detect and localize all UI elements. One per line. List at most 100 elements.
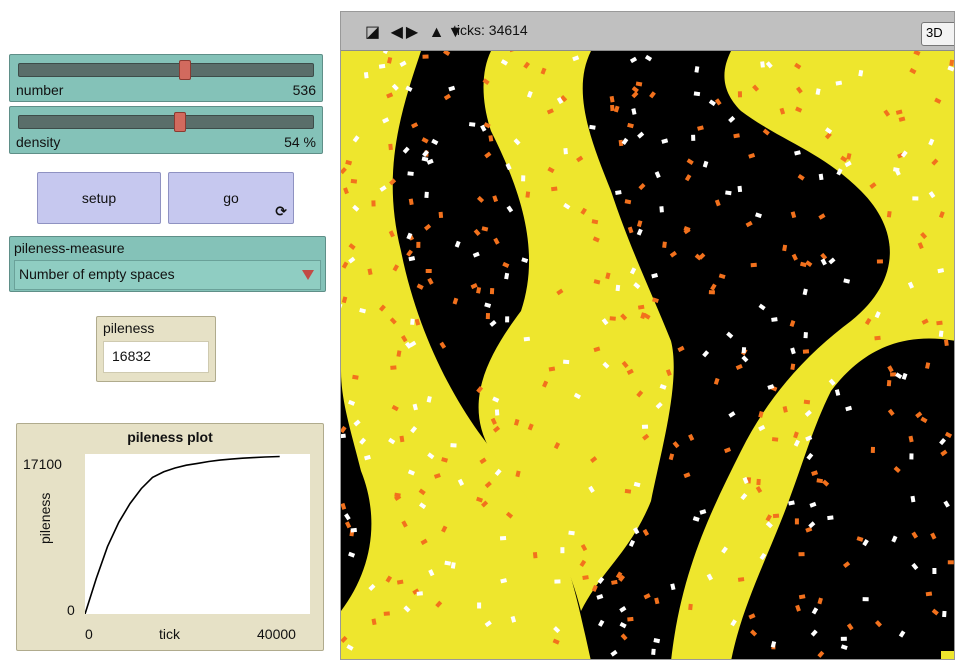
density-slider-label: density [16,134,61,150]
plot-title: pileness plot [127,429,213,445]
3d-view-button[interactable]: 3D [921,22,954,46]
termite-orange [551,186,558,192]
termite-white [410,318,415,325]
termite-orange [489,287,495,295]
termite-white [350,527,357,533]
termite-orange [750,262,757,268]
termite-white [523,336,531,342]
termite-orange [388,143,393,151]
termite-orange [485,312,491,320]
ticks-counter: ticks: 34614 [453,22,528,38]
termite-white [827,515,834,521]
termite-orange [771,437,779,442]
termite-orange [609,316,616,321]
termite-orange [756,478,761,486]
termite-white [468,122,476,127]
termite-white [563,359,570,365]
termite-white [862,597,869,602]
number-slider[interactable]: number 536 [9,54,323,102]
density-slider-thumb[interactable] [173,112,186,132]
termite-white [737,185,743,193]
density-slider-track[interactable] [18,115,314,129]
plot-y-max-label: 17100 [23,456,62,472]
termite-white [563,148,568,155]
termite-orange [688,603,693,611]
termite-white [651,648,656,656]
termite-orange [947,560,954,565]
termite-white [741,347,747,354]
termite-white [803,332,808,339]
termite-orange [803,399,811,405]
termite-white [363,72,369,79]
number-slider-label: number [16,82,64,98]
termite-white [932,568,937,574]
termite-white [818,173,824,181]
termite-white [554,579,561,584]
view-control-icons[interactable]: ◪ ◀▶ ▲▼ [365,22,466,42]
termite-orange [802,349,810,354]
termite-white [499,535,507,541]
termite-white [477,602,482,609]
chooser-selected-value[interactable]: Number of empty spaces [14,260,321,290]
termite-orange [383,611,390,616]
forever-icon: ⟳ [275,203,287,219]
termite-orange [886,379,892,387]
termite-white [560,547,565,554]
setup-button[interactable]: setup [37,172,161,224]
termite-white [641,424,649,429]
world-canvas[interactable] [341,51,955,660]
termite-white [505,316,510,323]
termite-orange [890,372,897,377]
termite-orange [936,320,943,326]
termite-white [416,591,423,596]
plot-series-line [85,455,280,614]
density-slider-value: 54 % [284,134,316,150]
termite-white [909,453,914,460]
monitor-value: 16832 [103,341,209,373]
termite-orange [438,211,444,219]
yellow-patch [941,651,954,659]
plot-area [85,454,310,614]
termite-orange [627,616,634,622]
termite-orange [876,259,883,264]
termite-white [450,443,457,448]
termite-white [521,175,526,182]
termite-orange [886,211,892,218]
termite-orange [390,365,397,370]
termite-orange [798,552,805,557]
density-slider[interactable]: density 54 % [9,106,323,154]
termite-white [568,530,575,536]
dropdown-arrow-icon[interactable] [302,270,314,280]
termite-white [659,206,664,213]
termite-orange [610,104,615,112]
termite-orange [949,59,954,67]
termite-orange [925,591,933,597]
number-slider-thumb[interactable] [179,60,192,80]
pileness-measure-chooser[interactable]: pileness-measure Number of empty spaces [9,236,326,292]
termite-orange [794,518,799,525]
termite-orange [772,513,780,519]
termite-orange [525,191,531,198]
number-slider-track[interactable] [18,63,314,77]
termite-white [407,171,414,176]
termite-orange [532,551,538,559]
termite-orange [737,577,745,582]
termite-white [840,636,847,641]
termite-orange [662,241,667,248]
termite-orange [350,178,358,184]
termite-white [942,610,947,618]
chooser-selected-text: Number of empty spaces [19,266,175,282]
termite-white [938,330,944,337]
pileness-monitor: pileness 16832 [96,316,216,382]
world-view[interactable]: ◪ ◀▶ ▲▼ ticks: 34614 3D [340,11,955,660]
termite-white [378,63,386,69]
go-button[interactable]: go ⟳ [168,172,294,224]
plot-y-min-label: 0 [67,602,75,618]
go-button-label: go [223,190,239,206]
termite-orange [425,269,432,273]
chooser-label: pileness-measure [14,240,125,256]
termite-white [693,91,701,97]
termite-white [691,134,696,141]
termite-orange [708,290,716,295]
plot-y-axis-label: pileness [37,492,53,544]
